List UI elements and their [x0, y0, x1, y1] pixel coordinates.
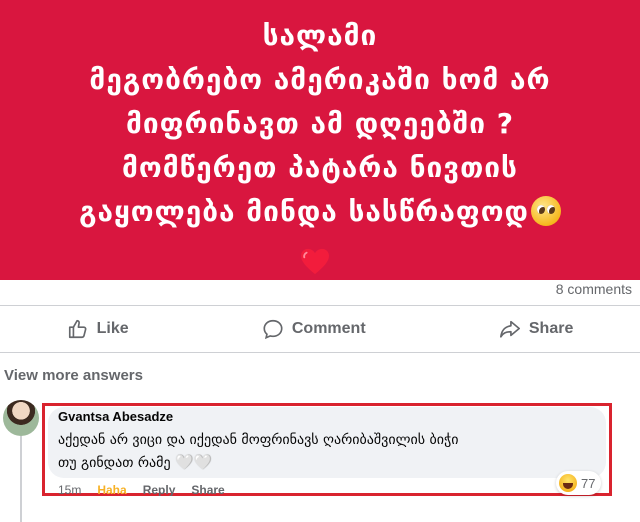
- comment-button[interactable]: Comment: [262, 318, 366, 340]
- red-heart-icon: [301, 248, 329, 275]
- comments-count[interactable]: 8 comments: [556, 281, 632, 297]
- like-button[interactable]: Like: [67, 318, 129, 340]
- pleading-face-icon: [530, 196, 561, 226]
- white-heart-icon: 🤍🤍: [175, 453, 213, 471]
- post-text-line: მიფრინავთ ამ დღეებში ?: [126, 107, 514, 140]
- share-arrow-icon: [499, 320, 520, 338]
- comment-timestamp[interactable]: 15m: [58, 483, 81, 496]
- like-label: Like: [96, 320, 129, 337]
- post-text-line: მეგობრებო ამერიკაში ხომ არ: [89, 63, 551, 96]
- comment-text: აქედან არ ვიცი და იქედან მოფრინავს ღარიბ…: [58, 429, 578, 474]
- comment-text-line: აქედან არ ვიცი და იქედან მოფრინავს ღარიბ…: [58, 432, 459, 448]
- haha-reaction-button[interactable]: Haha: [97, 483, 126, 496]
- view-more-answers-link[interactable]: View more answers: [4, 367, 143, 384]
- comment-text-line-2: თუ გინდათ რამე 🤍🤍: [58, 451, 578, 474]
- comment-text-line: თუ გინდათ რამე: [58, 455, 171, 471]
- comment-share-button[interactable]: Share: [191, 483, 224, 496]
- post-text-line-last: გაყოლება მინდა სასწრაფოდ: [79, 190, 561, 234]
- post-text-line: მომწერეთ პატარა ნივთის: [122, 151, 518, 184]
- comment-label: Comment: [291, 320, 366, 337]
- comment-author-name[interactable]: Gvantsa Abesadze: [58, 409, 173, 424]
- comment-bubble-icon: [263, 319, 283, 340]
- haha-emoji-icon: [559, 474, 577, 492]
- share-label: Share: [528, 320, 574, 337]
- reaction-badge[interactable]: 77: [556, 471, 602, 495]
- comment-meta-row: 15m Haha Reply Share: [58, 483, 225, 496]
- post-text-line: გაყოლება მინდა სასწრაფოდ: [79, 195, 529, 228]
- post-action-bar: Like Comment Share: [0, 306, 640, 352]
- divider: [0, 352, 640, 353]
- post-text-line: სალამი: [262, 19, 378, 52]
- share-button[interactable]: Share: [499, 318, 573, 340]
- thumbs-up-icon: [68, 319, 87, 339]
- reaction-count: 77: [581, 475, 596, 491]
- post-banner: სალამი მეგობრებო ამერიკაში ხომ არ მიფრინ…: [0, 0, 640, 280]
- avatar[interactable]: [3, 400, 39, 436]
- thread-line: [20, 436, 22, 522]
- reply-button[interactable]: Reply: [143, 483, 176, 496]
